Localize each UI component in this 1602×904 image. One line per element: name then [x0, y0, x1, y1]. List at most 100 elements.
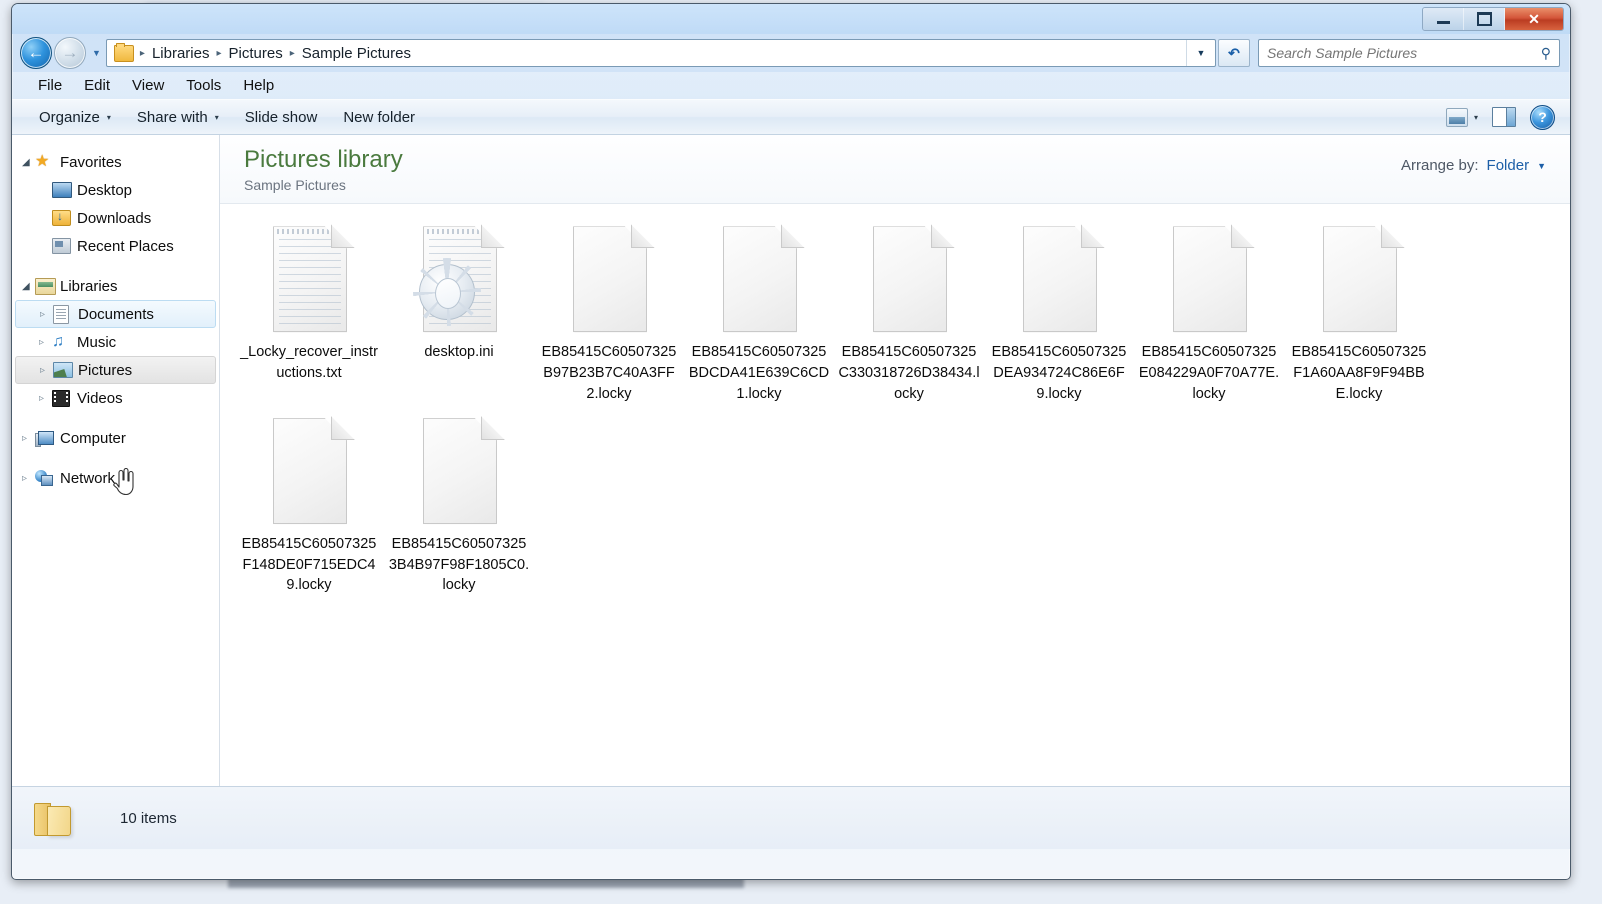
share-with-label: Share with — [136, 108, 208, 126]
list-item[interactable]: EB85415C605073253B4B97F98F1805C0.locky — [384, 412, 534, 604]
sidebar-item-recent-places[interactable]: Recent Places — [12, 232, 219, 260]
expander-icon[interactable]: ▹ — [39, 393, 52, 404]
share-with-button[interactable]: Share with ▾ — [124, 105, 232, 130]
gear-icon — [413, 258, 481, 327]
sidebar-item-libraries[interactable]: ◢ Libraries — [12, 272, 219, 300]
list-item[interactable]: _Locky_recover_instructions.txt — [234, 220, 384, 412]
address-bar[interactable]: ▸ Libraries ▸ Pictures ▸ Sample Pictures… — [105, 39, 1216, 67]
item-count-label: 10 items — [120, 809, 177, 827]
explorer-window: ✕ ← → ▼ ▸ Libraries ▸ Pictures ▸ Sample … — [11, 3, 1571, 880]
file-name: EB85415C605073253B4B97F98F1805C0.locky — [388, 536, 530, 594]
expander-icon[interactable]: ◢ — [22, 157, 35, 168]
expander-icon[interactable]: ▹ — [40, 365, 53, 376]
arrange-by-value[interactable]: Folder — [1487, 157, 1530, 174]
music-icon: ♫ — [52, 333, 64, 350]
title-bar[interactable]: ✕ — [12, 4, 1570, 34]
list-item[interactable]: EB85415C60507325E084229A0F70A77E.locky — [1134, 220, 1284, 412]
window-controls: ✕ — [1422, 7, 1564, 31]
sidebar-label: Downloads — [77, 209, 152, 227]
file-list[interactable]: _Locky_recover_instructions.txt desktop.… — [220, 204, 1570, 786]
expander-icon[interactable]: ▹ — [22, 473, 35, 484]
organize-button[interactable]: Organize ▾ — [26, 105, 124, 130]
blank-file-icon — [1313, 224, 1405, 336]
sidebar-item-network[interactable]: ▹ Network — [12, 464, 219, 492]
page-subtitle: Sample Pictures — [244, 177, 346, 194]
maximize-button[interactable] — [1464, 8, 1505, 30]
blank-file-icon — [563, 224, 655, 336]
expander-icon[interactable]: ▹ — [40, 309, 53, 320]
breadcrumb-separator: ▸ — [139, 47, 145, 59]
expander-icon[interactable]: ◢ — [22, 281, 35, 292]
help-button[interactable]: ? — [1523, 102, 1562, 133]
expander-icon[interactable]: ▹ — [39, 337, 52, 348]
arrange-by-control[interactable]: Arrange by: Folder ▼ — [1401, 147, 1546, 174]
close-button[interactable]: ✕ — [1505, 8, 1563, 30]
sidebar-item-pictures[interactable]: ▹ Pictures — [15, 356, 216, 384]
menu-item-edit[interactable]: Edit — [73, 75, 121, 96]
nav-group-favorites: ◢ ★ Favorites Desktop ↓ Downloads Recent… — [12, 148, 219, 260]
back-button[interactable]: ← — [20, 37, 52, 69]
sidebar-label: Videos — [77, 389, 123, 407]
sidebar-item-desktop[interactable]: Desktop — [12, 176, 219, 204]
list-item[interactable]: desktop.ini — [384, 220, 534, 412]
status-bar: 10 items — [12, 786, 1570, 849]
new-folder-button[interactable]: New folder — [330, 105, 428, 130]
recent-pages-chevron-icon[interactable]: ▼ — [92, 48, 101, 58]
refresh-button[interactable]: ↶ — [1218, 39, 1250, 67]
search-box[interactable]: ⚲ — [1258, 39, 1560, 67]
sidebar-item-downloads[interactable]: Downloads — [12, 204, 219, 232]
breadcrumb-item-pictures[interactable]: Pictures — [225, 44, 287, 63]
list-item[interactable]: EB85415C60507325F148DE0F715EDC49.locky — [234, 412, 384, 604]
list-item[interactable]: EB85415C60507325BDCDA41E639C6CD1.locky — [684, 220, 834, 412]
breadcrumb-separator: ▸ — [216, 47, 222, 59]
sidebar-item-favorites[interactable]: ◢ ★ Favorites — [12, 148, 219, 176]
change-view-button[interactable]: ▾ — [1439, 105, 1485, 130]
address-dropdown-icon[interactable]: ▼ — [1186, 40, 1215, 66]
pictures-icon — [53, 362, 75, 378]
menu-item-help[interactable]: Help — [232, 75, 285, 96]
sidebar-item-documents[interactable]: ▹ Documents — [15, 300, 216, 328]
address-folder-icon — [113, 42, 134, 62]
menu-item-file[interactable]: File — [27, 75, 73, 96]
breadcrumb-item-libraries[interactable]: Libraries — [148, 44, 214, 63]
menu-item-tools[interactable]: Tools — [175, 75, 232, 96]
breadcrumb-separator: ▸ — [289, 47, 295, 59]
expander-icon[interactable]: ▹ — [22, 433, 35, 444]
forward-button[interactable]: → — [54, 37, 86, 69]
preview-pane-button[interactable] — [1485, 104, 1523, 130]
sidebar-item-music[interactable]: ▹ ♫ Music — [12, 328, 219, 356]
slide-show-button[interactable]: Slide show — [232, 105, 331, 130]
blank-file-icon — [1013, 224, 1105, 336]
search-icon[interactable]: ⚲ — [1533, 45, 1559, 62]
star-icon: ★ — [35, 153, 50, 170]
list-item[interactable]: EB85415C60507325C330318726D38434.locky — [834, 220, 984, 412]
blank-file-icon — [413, 416, 505, 528]
menu-item-view[interactable]: View — [121, 75, 175, 96]
file-name: EB85415C60507325B97B23B7C40A3FF2.locky — [541, 344, 677, 402]
sidebar-item-computer[interactable]: ▹ Computer — [12, 424, 219, 452]
sidebar-label: Recent Places — [77, 237, 174, 255]
network-icon — [35, 470, 57, 486]
menu-bar: File Edit View Tools Help — [12, 72, 1570, 99]
address-row: ← → ▼ ▸ Libraries ▸ Pictures ▸ Sample Pi… — [12, 34, 1570, 72]
sidebar-item-videos[interactable]: ▹ Videos — [12, 384, 219, 412]
list-item[interactable]: EB85415C60507325B97B23B7C40A3FF2.locky — [534, 220, 684, 412]
documents-icon — [53, 304, 75, 324]
blank-file-icon — [863, 224, 955, 336]
breadcrumb-item-sample-pictures[interactable]: Sample Pictures — [298, 44, 415, 63]
blank-file-icon — [1163, 224, 1255, 336]
list-item[interactable]: EB85415C60507325DEA934724C86E6F9.locky — [984, 220, 1134, 412]
page-title: Pictures library — [244, 146, 403, 173]
search-input[interactable] — [1259, 44, 1533, 62]
minimize-button[interactable] — [1423, 8, 1464, 30]
content-pane: Pictures library Sample Pictures Arrange… — [220, 135, 1570, 786]
refresh-icon: ↶ — [1228, 44, 1240, 61]
sidebar-label: Network — [60, 469, 116, 487]
organize-label: Organize — [39, 108, 100, 126]
help-icon: ? — [1530, 104, 1555, 130]
sidebar-label: Documents — [78, 305, 154, 323]
list-item[interactable]: EB85415C60507325F1A60AA8F9F94BBE.locky — [1284, 220, 1434, 412]
chevron-down-icon[interactable]: ▼ — [1537, 161, 1546, 171]
preview-pane-icon — [1492, 107, 1516, 127]
arrange-by-label: Arrange by: — [1401, 157, 1479, 174]
